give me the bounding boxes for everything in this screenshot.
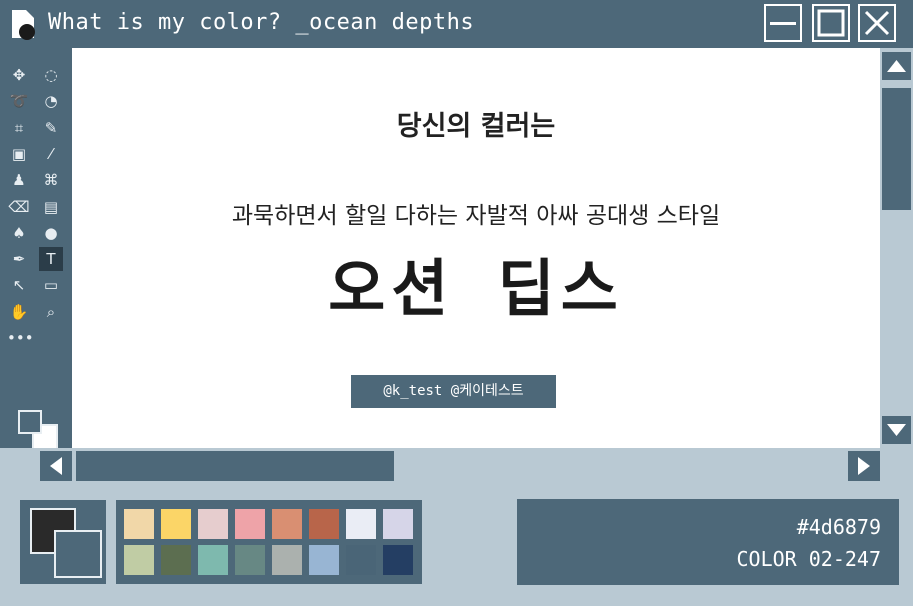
palette-swatch[interactable] <box>124 545 154 575</box>
rectangle-icon[interactable]: ▭ <box>39 273 63 297</box>
tools-panel: ✥ ◌ ➰ ◔ ⌗ ✎ ▣ ⁄ ♟ ⌘ ⌫ ▤ ♠ ● ✒ T ↖ ▭ ✋ ⌕ ••• <box>0 48 72 450</box>
minimize-button[interactable] <box>764 4 802 42</box>
current-background-swatch[interactable] <box>54 530 102 578</box>
document-icon <box>12 10 35 40</box>
arrow-left-icon <box>50 457 62 475</box>
maximize-icon <box>817 9 845 37</box>
palette-swatch[interactable] <box>124 509 154 539</box>
scroll-down-button[interactable] <box>882 416 911 444</box>
window-title: What is my color? _ocean depths <box>48 10 475 35</box>
crop-icon[interactable]: ⌗ <box>7 116 31 140</box>
current-colors <box>20 500 106 584</box>
patch-icon[interactable]: ▣ <box>7 142 31 166</box>
horizontal-scroll-thumb[interactable] <box>76 451 394 481</box>
color-info: #4d6879 COLOR 02-247 <box>517 499 899 585</box>
color-name: 오션 딥스 <box>328 252 624 325</box>
path-select-icon[interactable]: ↖ <box>7 273 31 297</box>
scroll-up-button[interactable] <box>882 52 911 80</box>
pen-icon[interactable]: ✒ <box>7 247 31 271</box>
arrow-right-icon <box>858 457 870 475</box>
canvas: 당신의 컬러는 과묵하면서 할일 다하는 자발적 아싸 공대생 스타일 오션 딥… <box>72 48 880 448</box>
palette-swatch[interactable] <box>198 509 228 539</box>
maximize-button[interactable] <box>812 4 850 42</box>
history-brush-icon[interactable]: ⌘ <box>39 168 63 192</box>
close-icon <box>864 10 890 36</box>
dodge-icon[interactable]: ● <box>39 221 63 245</box>
more-tools-icon[interactable]: ••• <box>7 326 34 350</box>
vertical-scroll-thumb[interactable] <box>882 88 911 210</box>
blur-icon[interactable]: ♠ <box>7 221 31 245</box>
zoom-icon[interactable]: ⌕ <box>39 300 63 324</box>
move-tool-icon[interactable]: ✥ <box>7 63 31 87</box>
title-bar: What is my color? _ocean depths <box>0 0 913 48</box>
palette-swatch[interactable] <box>235 509 265 539</box>
palette-swatch[interactable] <box>383 545 413 575</box>
scroll-left-button[interactable] <box>40 451 72 481</box>
result-description: 과묵하면서 할일 다하는 자발적 아싸 공대생 스타일 <box>231 203 721 229</box>
eyedropper-icon[interactable]: ✎ <box>39 116 63 140</box>
vertical-scrollbar[interactable] <box>880 48 913 448</box>
palette-swatch[interactable] <box>161 509 191 539</box>
gradient-icon[interactable]: ▤ <box>39 195 63 219</box>
palette-swatch[interactable] <box>383 509 413 539</box>
tool-foreground-color[interactable] <box>18 410 42 434</box>
color-code: COLOR 02-247 <box>736 547 882 571</box>
magic-select-icon[interactable]: ◔ <box>39 89 63 113</box>
stamp-icon[interactable]: ♟ <box>7 168 31 192</box>
palette-swatch[interactable] <box>161 545 191 575</box>
palette-swatch[interactable] <box>309 509 339 539</box>
credit-badge: @k_test @케이테스트 <box>351 375 556 408</box>
arrow-down-icon <box>887 424 906 436</box>
type-tool-icon[interactable]: T <box>39 247 63 272</box>
palette-swatch[interactable] <box>235 545 265 575</box>
minimize-icon <box>770 22 796 25</box>
arrow-up-icon <box>887 60 906 72</box>
ellipse-select-icon[interactable]: ◌ <box>39 63 63 87</box>
brush-icon[interactable]: ⁄ <box>39 142 63 166</box>
hex-code: #4d6879 <box>796 515 881 539</box>
palette-swatch[interactable] <box>198 545 228 575</box>
eraser-icon[interactable]: ⌫ <box>7 195 31 219</box>
hand-icon[interactable]: ✋ <box>7 300 31 324</box>
palette-bar: #4d6879 COLOR 02-247 <box>0 484 913 606</box>
lasso-icon[interactable]: ➰ <box>7 89 31 113</box>
close-button[interactable] <box>858 4 896 42</box>
palette-swatch[interactable] <box>309 545 339 575</box>
result-heading: 당신의 컬러는 <box>396 111 556 142</box>
color-palette <box>116 500 422 584</box>
palette-swatch[interactable] <box>272 509 302 539</box>
palette-swatch[interactable] <box>346 545 376 575</box>
palette-swatch[interactable] <box>346 509 376 539</box>
scroll-right-button[interactable] <box>848 451 880 481</box>
horizontal-scrollbar[interactable] <box>0 448 913 484</box>
palette-swatch[interactable] <box>272 545 302 575</box>
